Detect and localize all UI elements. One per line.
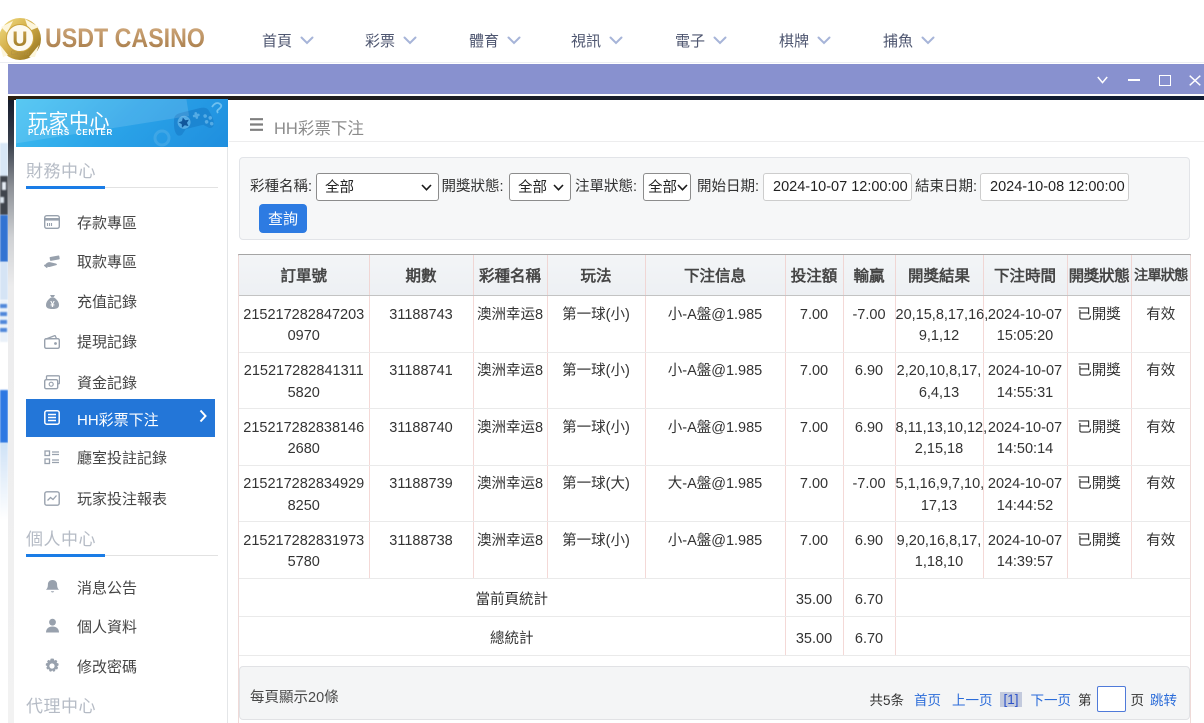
svg-text:Casino: Casino: [11, 51, 30, 57]
svg-text:U: U: [12, 28, 27, 51]
svg-text:¥: ¥: [50, 300, 55, 309]
